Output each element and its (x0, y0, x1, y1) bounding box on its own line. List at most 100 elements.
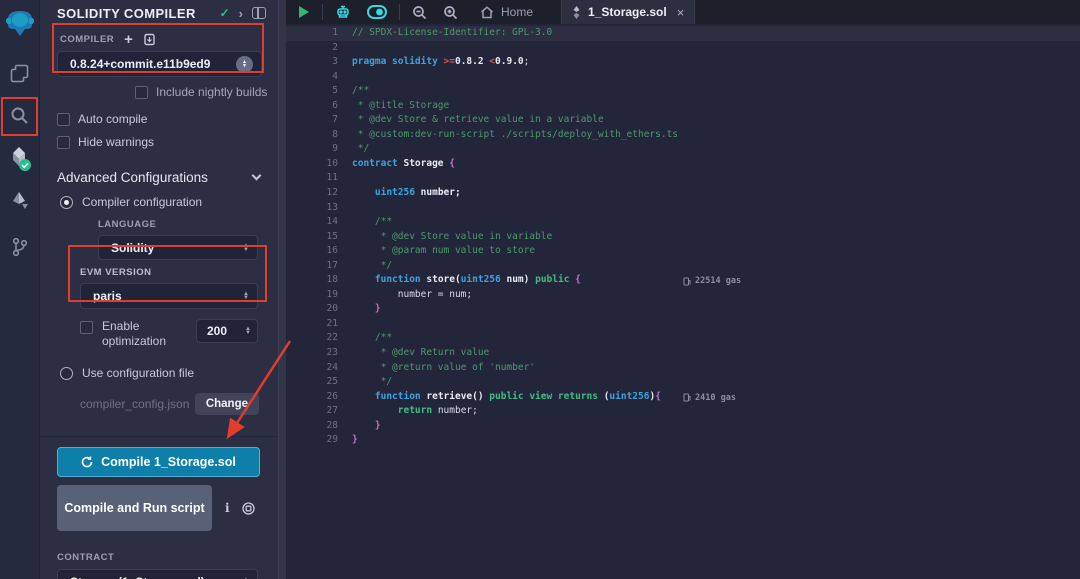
config-file-row: compiler_config.json Change (80, 393, 259, 415)
code-line-20[interactable]: 20 } (286, 302, 1080, 317)
line-number: 29 (286, 433, 338, 448)
code-line-18[interactable]: 18 function store(uint256 num) public {2… (286, 273, 1080, 288)
auto-compile-checkbox[interactable] (57, 113, 70, 126)
close-tab-icon[interactable]: × (677, 5, 685, 20)
zoom-in-icon[interactable] (435, 0, 466, 24)
compile-button[interactable]: Compile 1_Storage.sol (57, 447, 260, 477)
code-line-10[interactable]: 10contract Storage { (286, 157, 1080, 172)
tab-1-storage-sol[interactable]: 1_Storage.sol × (561, 0, 695, 24)
panel-resize-handle[interactable] (278, 0, 286, 579)
code-line-19[interactable]: 19 number = num; (286, 288, 1080, 303)
ai-assistant-icon[interactable] (327, 0, 359, 24)
include-nightly-checkbox-row[interactable]: Include nightly builds (135, 85, 278, 99)
code-text (338, 70, 352, 85)
git-icon[interactable] (0, 228, 40, 266)
compiler-configuration-radio[interactable] (60, 196, 73, 209)
version-spinner-icon[interactable]: ▲▼ (236, 56, 253, 73)
enable-optimization-checkbox[interactable] (80, 321, 93, 334)
code-text (338, 201, 352, 216)
line-number: 9 (286, 142, 338, 157)
use-configuration-file-radio-row[interactable]: Use configuration file (60, 366, 278, 380)
home-tab-label: Home (501, 5, 533, 19)
code-text: } (338, 302, 381, 317)
code-line-24[interactable]: 24 * @return value of 'number' (286, 361, 1080, 376)
gas-estimate-badge: 2410 gas (683, 391, 736, 406)
compiler-version-select[interactable]: 0.8.24+commit.e11b9ed9 ▲▼ (57, 51, 262, 77)
code-line-3[interactable]: 3pragma solidity >=0.8.2 <0.9.0; (286, 55, 1080, 70)
code-line-8[interactable]: 8 * @custom:dev-run-script ./scripts/dep… (286, 128, 1080, 143)
evm-version-select[interactable]: paris ▲▼ (80, 283, 258, 309)
code-line-25[interactable]: 25 */ (286, 375, 1080, 390)
code-line-27[interactable]: 27 return number; (286, 404, 1080, 419)
contract-section-label: CONTRACT (57, 552, 278, 563)
code-text: */ (338, 259, 392, 274)
home-icon (480, 6, 494, 19)
evm-version-value: paris (93, 289, 243, 303)
code-line-21[interactable]: 21 (286, 317, 1080, 332)
compiler-version-value: 0.8.24+commit.e11b9ed9 (70, 57, 236, 71)
code-line-11[interactable]: 11 (286, 171, 1080, 186)
code-line-7[interactable]: 7 * @dev Store & retrieve value in a var… (286, 113, 1080, 128)
tab-home[interactable]: Home (466, 0, 547, 24)
remix-logo-icon[interactable] (0, 2, 40, 46)
code-text: * @dev Return value (338, 346, 489, 361)
compiler-configuration-radio-row[interactable]: Compiler configuration (60, 195, 278, 209)
code-line-29[interactable]: 29} (286, 433, 1080, 448)
copilot-toggle-icon[interactable] (359, 0, 395, 24)
solidity-compiler-icon[interactable] (0, 140, 40, 178)
code-text: * @dev Store value in variable (338, 230, 552, 245)
code-line-6[interactable]: 6 * @title Storage (286, 99, 1080, 114)
code-text: * @custom:dev-run-script ./scripts/deplo… (338, 128, 678, 143)
code-editor[interactable]: 1// SPDX-License-Identifier: GPL-3.023pr… (286, 24, 1080, 579)
line-number: 6 (286, 99, 338, 114)
code-line-14[interactable]: 14 /** (286, 215, 1080, 230)
toolbar-separator (322, 4, 323, 20)
pin-panel-icon[interactable] (252, 7, 266, 19)
code-line-26[interactable]: 26 function retrieve() public view retur… (286, 390, 1080, 405)
copy-icon[interactable] (242, 502, 255, 515)
code-line-2[interactable]: 2 (286, 41, 1080, 56)
info-icon[interactable]: i (225, 501, 230, 515)
contract-select[interactable]: Storage (1_Storage.sol) ▲▼ (57, 569, 258, 579)
hide-warnings-checkbox[interactable] (57, 136, 70, 149)
optimization-row: Enable optimization 200 ▲▼ (80, 319, 258, 349)
file-explorer-icon[interactable] (0, 54, 40, 92)
change-config-button[interactable]: Change (195, 393, 259, 415)
line-number: 2 (286, 41, 338, 56)
deploy-run-icon[interactable] (0, 182, 40, 220)
use-configuration-file-radio[interactable] (60, 367, 73, 380)
zoom-out-icon[interactable] (404, 0, 435, 24)
search-icon[interactable] (0, 96, 40, 134)
code-line-4[interactable]: 4 (286, 70, 1080, 85)
code-line-17[interactable]: 17 */ (286, 259, 1080, 274)
code-line-16[interactable]: 16 * @param num value to store (286, 244, 1080, 259)
config-file-name: compiler_config.json (80, 397, 195, 411)
line-number: 3 (286, 55, 338, 70)
code-line-5[interactable]: 5/** (286, 84, 1080, 99)
code-line-22[interactable]: 22 /** (286, 331, 1080, 346)
line-number: 28 (286, 419, 338, 434)
code-line-9[interactable]: 9 */ (286, 142, 1080, 157)
code-line-28[interactable]: 28 } (286, 419, 1080, 434)
line-number: 23 (286, 346, 338, 361)
line-number: 14 (286, 215, 338, 230)
panel-title: SOLIDITY COMPILER (57, 6, 220, 21)
compile-and-run-button[interactable]: Compile and Run script (57, 485, 212, 531)
code-line-1[interactable]: 1// SPDX-License-Identifier: GPL-3.0 (286, 26, 1080, 41)
copy-compiler-icon[interactable] (143, 33, 156, 46)
auto-compile-checkbox-row[interactable]: Auto compile (57, 112, 278, 126)
advanced-configurations-toggle[interactable]: Advanced Configurations (57, 170, 260, 185)
include-nightly-checkbox[interactable] (135, 86, 148, 99)
code-line-13[interactable]: 13 (286, 201, 1080, 216)
editor-area: Home 1_Storage.sol × 1// SPDX-License-Id… (286, 0, 1080, 579)
code-text (338, 41, 352, 56)
code-line-12[interactable]: 12 uint256 number; (286, 186, 1080, 201)
chevron-right-icon[interactable]: › (239, 6, 243, 21)
code-line-23[interactable]: 23 * @dev Return value (286, 346, 1080, 361)
code-line-15[interactable]: 15 * @dev Store value in variable (286, 230, 1080, 245)
run-script-play-icon[interactable] (286, 0, 318, 24)
language-select[interactable]: Solidity ▲▼ (98, 235, 258, 260)
add-custom-compiler-icon[interactable]: + (124, 35, 133, 45)
optimization-runs-input[interactable]: 200 ▲▼ (196, 319, 258, 343)
hide-warnings-checkbox-row[interactable]: Hide warnings (57, 135, 278, 149)
